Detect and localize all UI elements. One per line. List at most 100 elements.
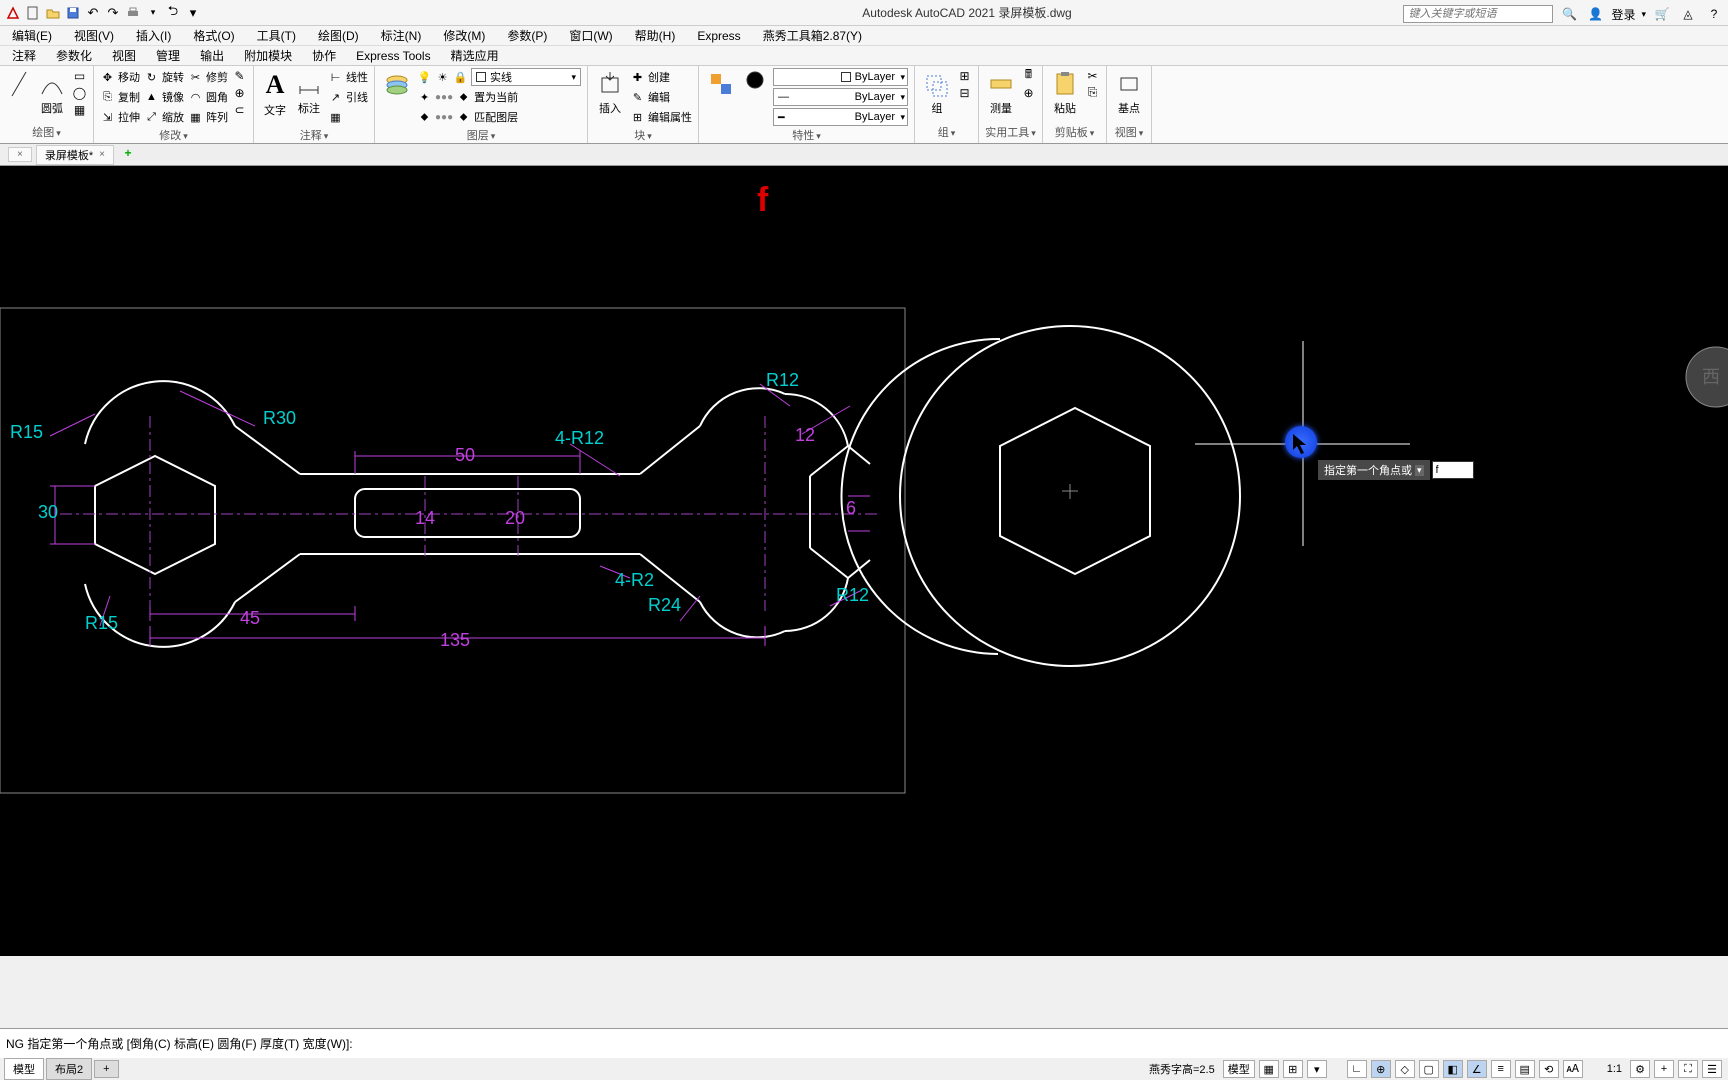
command-line[interactable]: NG 指定第一个角点或 [倒角(C) 标高(E) 圆角(F) 厚度(T) 宽度(… — [0, 1028, 1728, 1058]
linetype-bylayer[interactable]: —ByLayer — [773, 88, 908, 106]
menu-modify[interactable]: 修改(M) — [437, 25, 491, 46]
layer-state-icon[interactable]: ✦ — [417, 90, 432, 105]
scale-label[interactable]: 缩放 — [162, 109, 184, 125]
tab-collab[interactable]: 协作 — [304, 45, 344, 66]
trim-label[interactable]: 修剪 — [206, 69, 228, 85]
sb-scale[interactable]: 1:1 — [1603, 1063, 1626, 1075]
sb-iso-icon[interactable]: ◇ — [1395, 1060, 1415, 1078]
sb-3dosnap-icon[interactable]: ◧ — [1443, 1060, 1463, 1078]
block-attr-icon[interactable]: ⊞ — [630, 110, 645, 125]
qat-open-icon[interactable] — [44, 4, 62, 22]
linear-label[interactable]: 线性 — [346, 69, 368, 85]
attr-label[interactable]: 编辑属性 — [648, 109, 692, 125]
panel-clip-title[interactable]: 剪贴板▾ — [1049, 123, 1100, 141]
panel-layer-title[interactable]: 图层▾ — [381, 126, 581, 144]
rotate-label[interactable]: 旋转 — [162, 69, 184, 85]
panel-draw-title[interactable]: 绘图▾ — [6, 123, 87, 141]
menu-help[interactable]: 帮助(H) — [629, 25, 682, 46]
menu-yanxiu[interactable]: 燕秀工具箱2.87(Y) — [757, 25, 868, 46]
login-label[interactable]: 登录 — [1611, 6, 1635, 23]
qat-more-icon[interactable]: ▾ — [184, 4, 202, 22]
stretch-label[interactable]: 拉伸 — [118, 109, 140, 125]
menu-express[interactable]: Express — [691, 27, 746, 45]
qat-autocad-icon[interactable] — [4, 4, 22, 22]
line-tool[interactable] — [6, 68, 32, 100]
base-view[interactable]: 基点 — [1113, 68, 1145, 118]
util-extra-icon[interactable]: 🖩 — [1021, 68, 1036, 83]
color-bylayer[interactable]: ByLayer — [773, 68, 908, 86]
panel-view-title[interactable]: 视图▾ — [1113, 123, 1145, 141]
paste-tool[interactable]: 粘贴 — [1049, 68, 1081, 118]
match-props[interactable] — [705, 68, 737, 100]
layer-bulb-icon[interactable]: 💡 — [417, 70, 432, 85]
sb-custom-icon[interactable]: ☰ — [1702, 1060, 1722, 1078]
array-icon[interactable]: ▦ — [188, 110, 203, 125]
leader-label[interactable]: 引线 — [346, 89, 368, 105]
search-icon[interactable]: 🔍 — [1559, 4, 1579, 24]
sb-polar-icon[interactable]: ⊕ — [1371, 1060, 1391, 1078]
dim-tool[interactable]: 标注 — [294, 68, 324, 118]
sb-cycle-icon[interactable]: ⟲ — [1539, 1060, 1559, 1078]
util-extra2-icon[interactable]: ⊕ — [1021, 85, 1036, 100]
qat-drop-icon[interactable]: ▾ — [144, 4, 162, 22]
cut-icon[interactable]: ✂ — [1085, 68, 1100, 83]
move-icon[interactable]: ✥ — [100, 70, 115, 85]
menu-tools[interactable]: 工具(T) — [251, 25, 302, 46]
block-create-icon[interactable]: ✚ — [630, 70, 645, 85]
menu-param[interactable]: 参数(P) — [501, 25, 553, 46]
fillet-label[interactable]: 圆角 — [206, 89, 228, 105]
sb-max-icon[interactable]: ⛶ — [1678, 1060, 1698, 1078]
layout-2[interactable]: 布局2 — [46, 1058, 92, 1080]
layer-match2-icon[interactable]: ⬥ — [456, 110, 471, 125]
tab-expresstools[interactable]: Express Tools — [348, 47, 438, 65]
rect-tool-icon[interactable]: ▭ — [72, 68, 87, 83]
create-label[interactable]: 创建 — [648, 69, 670, 85]
panel-block-title[interactable]: 块▾ — [594, 126, 692, 144]
qat-save-icon[interactable] — [64, 4, 82, 22]
move-label[interactable]: 移动 — [118, 69, 140, 85]
tab-manage[interactable]: 管理 — [148, 45, 188, 66]
trim-icon[interactable]: ✂ — [188, 70, 203, 85]
user-icon[interactable]: 👤 — [1585, 4, 1605, 24]
tab-annot[interactable]: 注释 — [4, 45, 44, 66]
qat-print-icon[interactable] — [124, 4, 142, 22]
menu-view[interactable]: 视图(V) — [68, 25, 120, 46]
lineweight-bylayer[interactable]: ━ByLayer — [773, 108, 908, 126]
layer-props[interactable] — [381, 68, 413, 100]
search-input[interactable] — [1403, 5, 1553, 23]
modify-extra2-icon[interactable]: ⊕ — [232, 85, 247, 100]
tab-view[interactable]: 视图 — [104, 45, 144, 66]
sb-otrack-icon[interactable]: ∠ — [1467, 1060, 1487, 1078]
block-edit-icon[interactable]: ✎ — [630, 90, 645, 105]
tab-featured[interactable]: 精选应用 — [443, 45, 507, 66]
help-icon[interactable]: ? — [1704, 4, 1724, 24]
layout-add[interactable]: + — [94, 1060, 118, 1078]
set-current-label[interactable]: 置为当前 — [474, 89, 518, 105]
cart-icon[interactable]: 🛒 — [1652, 4, 1672, 24]
qat-share-icon[interactable]: ⮌ — [164, 4, 182, 22]
sb-anno-icon[interactable]: 🗚 — [1563, 1060, 1583, 1078]
mirror-icon[interactable]: ▲ — [144, 90, 159, 105]
filetab-doc[interactable]: 录屏模板*× — [36, 145, 114, 165]
menu-edit[interactable]: 编辑(E) — [6, 25, 58, 46]
scale-icon[interactable]: ⤢ — [144, 110, 159, 125]
sb-snap-icon[interactable]: ⊞ — [1283, 1060, 1303, 1078]
match-layer-label[interactable]: 匹配图层 — [474, 109, 518, 125]
layer-match-icon[interactable]: ⬥ — [417, 110, 432, 125]
menu-draw[interactable]: 绘图(D) — [312, 25, 365, 46]
copy-icon[interactable]: ⎘ — [100, 90, 115, 105]
hatch-tool-icon[interactable]: ▦ — [72, 102, 87, 117]
tab-param[interactable]: 参数化 — [48, 45, 100, 66]
modify-extra-icon[interactable]: ✎ — [232, 68, 247, 83]
tab-output[interactable]: 输出 — [192, 45, 232, 66]
mirror-label[interactable]: 镜像 — [162, 89, 184, 105]
app-menu-icon[interactable]: ◬ — [1678, 4, 1698, 24]
qat-redo-icon[interactable]: ↷ — [104, 4, 122, 22]
leader-icon[interactable]: ↗ — [328, 90, 343, 105]
linear-dim-icon[interactable]: ⊢ — [328, 70, 343, 85]
rotate-icon[interactable]: ↻ — [144, 70, 159, 85]
circle-tool-icon[interactable]: ◯ — [72, 85, 87, 100]
layer-set-icon[interactable]: ⬥ — [456, 90, 471, 105]
panel-modify-title[interactable]: 修改▾ — [100, 126, 247, 144]
sb-add-icon[interactable]: + — [1654, 1060, 1674, 1078]
